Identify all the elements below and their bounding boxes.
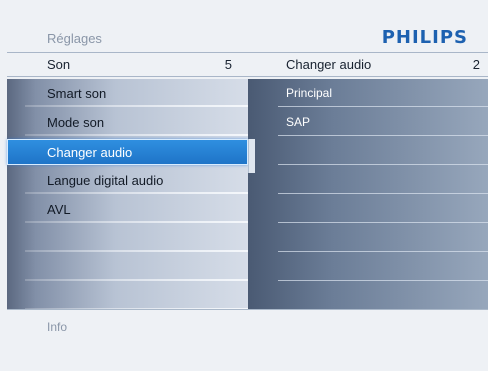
info-text: Info (47, 320, 68, 334)
philips-logo: PHILIPS (381, 27, 468, 48)
right-column-header: Changer audio 2 (248, 52, 488, 77)
selection-connector (248, 139, 255, 173)
right-column-title: Changer audio (286, 57, 372, 72)
option-empty (248, 137, 488, 165)
divider (7, 309, 488, 310)
option-principal[interactable]: Principal (248, 79, 488, 107)
menu-item-label: Langue digital audio (47, 172, 164, 188)
option-empty (248, 253, 488, 281)
menu-item-langue-digital-audio[interactable]: Langue digital audio (7, 166, 248, 194)
menu-item-label: Changer audio (47, 144, 133, 160)
option-empty (248, 195, 488, 223)
left-column-title: Son (47, 57, 71, 72)
menu-item-label: AVL (47, 201, 71, 217)
option-empty (248, 282, 488, 310)
right-column-count: 2 (472, 57, 480, 72)
menu-item-avl[interactable]: AVL (7, 195, 248, 223)
option-empty (248, 224, 488, 252)
menu-item-label: Mode son (47, 114, 105, 130)
left-column-count: 5 (224, 57, 232, 72)
menu-item-empty (7, 253, 248, 281)
menu-item-label: Smart son (47, 85, 107, 101)
option-sap[interactable]: SAP (248, 108, 488, 136)
page-title: Réglages (47, 31, 102, 46)
menu-item-empty (7, 224, 248, 252)
option-label: SAP (286, 115, 311, 129)
option-label: Principal (286, 86, 333, 100)
sound-menu-list: Smart son Mode son Langue digital audio … (7, 79, 248, 310)
option-empty (248, 166, 488, 194)
menu-item-changer-audio[interactable]: Changer audio (7, 139, 248, 165)
menu-item-smart-son[interactable]: Smart son (7, 79, 248, 107)
left-column-header: Son 5 (7, 52, 248, 77)
audio-options-list: Principal SAP (248, 79, 488, 310)
menu-item-mode-son[interactable]: Mode son (7, 108, 248, 136)
menu-item-empty (7, 282, 248, 310)
